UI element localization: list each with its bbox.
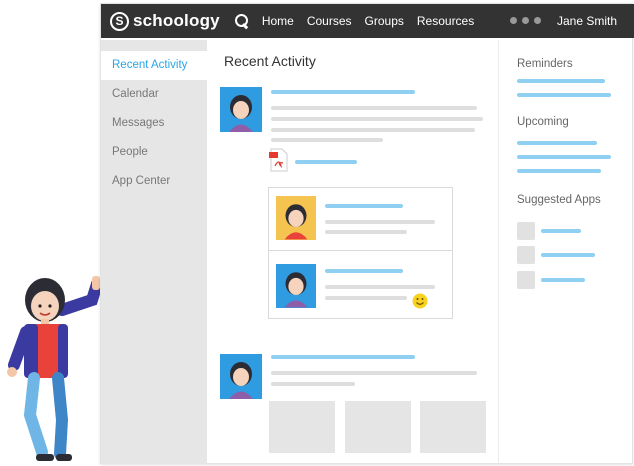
sidebar-item-app-center[interactable]: App Center [101, 167, 207, 196]
post-line [271, 355, 415, 359]
image-thumbnail[interactable] [420, 401, 486, 453]
logo-wordmark: schoology [133, 11, 220, 30]
comments-card [268, 187, 453, 319]
right-sidebar: Reminders Upcoming Suggested Apps [498, 40, 633, 464]
avatar[interactable] [276, 196, 316, 240]
suggested-apps-heading: Suggested Apps [517, 194, 601, 206]
pdf-file-icon[interactable] [269, 148, 289, 172]
nav-resources[interactable]: Resources [417, 14, 474, 28]
search-icon[interactable] [234, 13, 250, 29]
post-line [271, 90, 415, 94]
smiley-emoji-icon [412, 293, 428, 309]
app-icon[interactable] [517, 271, 535, 289]
reminder-line[interactable] [517, 93, 611, 97]
page-title: Recent Activity [224, 53, 316, 69]
nav-home[interactable]: Home [262, 14, 294, 28]
upcoming-line[interactable] [517, 155, 611, 159]
comment-line [325, 220, 435, 224]
nav-courses[interactable]: Courses [307, 14, 352, 28]
girl-character-illustration [7, 276, 103, 461]
app-window: S schoology Home Courses Groups Resource… [100, 3, 634, 464]
comment-line [325, 296, 407, 300]
post-line [271, 117, 483, 121]
avatar[interactable] [220, 87, 262, 132]
post-line [271, 382, 355, 386]
top-navigation-bar: S schoology Home Courses Groups Resource… [101, 4, 634, 38]
upcoming-heading: Upcoming [517, 116, 569, 128]
divider [269, 250, 452, 251]
more-dots-icon[interactable] [510, 17, 541, 24]
post-line [271, 106, 477, 110]
sidebar-item-recent-activity[interactable]: Recent Activity [101, 51, 207, 80]
upcoming-line[interactable] [517, 141, 597, 145]
post-line [271, 138, 383, 142]
activity-feed: Recent Activity [207, 40, 498, 464]
user-menu[interactable]: Jane Smith [557, 14, 617, 28]
main-nav: Home Courses Groups Resources [262, 14, 487, 28]
app-name-line[interactable] [541, 278, 585, 282]
comment-line [325, 204, 403, 208]
app-icon[interactable] [517, 222, 535, 240]
comment-line [325, 230, 407, 234]
image-thumbnail[interactable] [345, 401, 411, 453]
left-sidebar: Recent Activity Calendar Messages People… [101, 40, 207, 464]
logo-badge: S [110, 11, 129, 31]
reminders-heading: Reminders [517, 58, 573, 70]
comment-line [325, 285, 435, 289]
app-name-line[interactable] [541, 229, 581, 233]
schoology-logo[interactable]: S schoology [110, 4, 220, 38]
stage: S schoology Home Courses Groups Resource… [0, 0, 634, 466]
sidebar-item-people[interactable]: People [101, 138, 207, 167]
avatar[interactable] [276, 264, 316, 308]
post-line [271, 371, 477, 375]
app-name-line[interactable] [541, 253, 595, 257]
image-thumbnail[interactable] [269, 401, 335, 453]
avatar[interactable] [220, 354, 262, 399]
attachment-name[interactable] [295, 160, 357, 164]
sidebar-item-messages[interactable]: Messages [101, 109, 207, 138]
sidebar-item-calendar[interactable]: Calendar [101, 80, 207, 109]
comment-line [325, 269, 403, 273]
upcoming-line[interactable] [517, 169, 601, 173]
app-icon[interactable] [517, 246, 535, 264]
nav-groups[interactable]: Groups [365, 14, 404, 28]
post-line [271, 128, 475, 132]
reminder-line[interactable] [517, 79, 605, 83]
